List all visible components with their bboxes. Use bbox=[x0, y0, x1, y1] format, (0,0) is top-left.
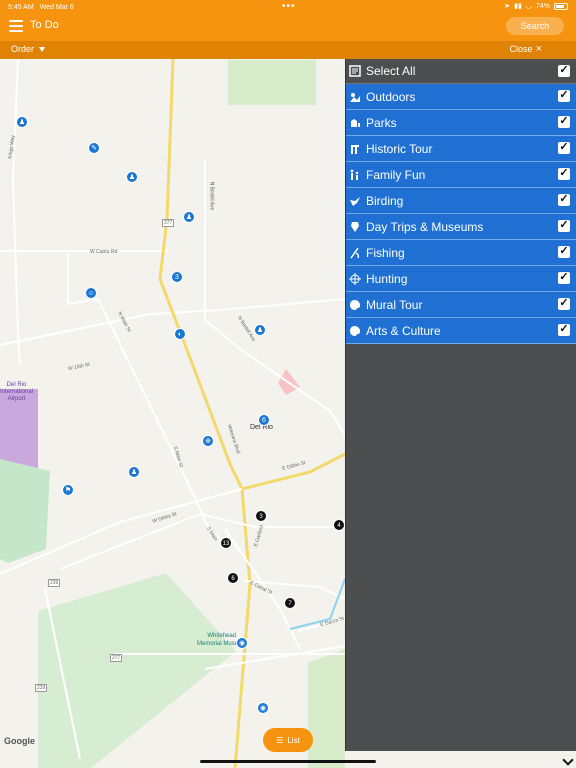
bird-icon bbox=[349, 195, 361, 207]
select-all-label: Select All bbox=[366, 64, 416, 78]
status-date: Wed Mar 6 bbox=[39, 3, 74, 11]
category-label: Day Trips & Museums bbox=[366, 219, 484, 234]
target-icon bbox=[349, 272, 361, 285]
museum-pin[interactable]: ◉ bbox=[236, 637, 248, 649]
highway-239-lower: 239 bbox=[35, 684, 48, 692]
fishing-icon bbox=[349, 247, 361, 259]
numbered-marker[interactable]: 4 bbox=[333, 519, 345, 531]
birding-checkbox[interactable]: ✓ bbox=[558, 194, 570, 206]
poi-marker[interactable]: 3 bbox=[171, 271, 183, 283]
category-row-fishing[interactable]: Fishing ✓ bbox=[345, 240, 576, 266]
category-row-outdoors[interactable]: Outdoors ✓ bbox=[345, 84, 576, 110]
category-row-mural-tour[interactable]: Mural Tour ✓ bbox=[345, 292, 576, 318]
museum-icon bbox=[349, 221, 361, 233]
category-label: Historic Tour bbox=[366, 141, 433, 156]
numbered-marker[interactable]: 3 bbox=[255, 510, 267, 522]
arts-icon bbox=[349, 325, 361, 337]
family-icon bbox=[349, 169, 361, 181]
close-panel-button[interactable]: Close × bbox=[509, 43, 542, 55]
hunting-checkbox[interactable]: ✓ bbox=[558, 272, 570, 284]
category-filter-panel: Select All ✓ Outdoors ✓ Parks ✓ Historic… bbox=[345, 59, 576, 751]
museum-pin[interactable]: ◉ bbox=[257, 702, 269, 714]
battery-percent: 74% bbox=[535, 2, 550, 10]
select-all-row[interactable]: Select All ✓ bbox=[345, 59, 576, 84]
arts-culture-checkbox[interactable]: ✓ bbox=[558, 324, 570, 336]
close-label: Close bbox=[509, 44, 533, 54]
parks-checkbox[interactable]: ✓ bbox=[558, 116, 570, 128]
list-label: List bbox=[287, 735, 300, 745]
category-row-parks[interactable]: Parks ✓ bbox=[345, 110, 576, 136]
category-row-arts-culture[interactable]: Arts & Culture ✓ bbox=[345, 318, 576, 344]
category-row-birding[interactable]: Birding ✓ bbox=[345, 188, 576, 214]
family-fun-checkbox[interactable]: ✓ bbox=[558, 168, 570, 180]
family-fun-pin[interactable]: ♟ bbox=[128, 466, 140, 478]
category-row-hunting[interactable]: Hunting ✓ bbox=[345, 266, 576, 292]
select-all-checkbox[interactable]: ✓ bbox=[558, 65, 570, 77]
category-label: Family Fun bbox=[366, 167, 426, 182]
wifi-icon: ◡ bbox=[525, 3, 532, 10]
search-button[interactable]: Search bbox=[506, 17, 564, 35]
category-label: Mural Tour bbox=[366, 297, 423, 312]
birding-pin[interactable]: ◐ bbox=[174, 328, 186, 340]
mural-pin[interactable]: ☺ bbox=[85, 287, 97, 299]
family-fun-pin[interactable]: ♟ bbox=[126, 171, 138, 183]
category-label: Parks bbox=[366, 115, 397, 130]
airport-label: Del Rio International Airport bbox=[0, 382, 34, 402]
numbered-marker[interactable]: 6 bbox=[227, 572, 239, 584]
multitask-dots[interactable]: ••• bbox=[282, 1, 296, 12]
category-label: Birding bbox=[366, 193, 404, 208]
park-icon bbox=[349, 117, 361, 129]
signal-icon: ▮▮ bbox=[514, 3, 522, 10]
category-label: Fishing bbox=[366, 245, 405, 260]
hunting-pin[interactable]: ⊕ bbox=[202, 435, 214, 447]
outdoors-checkbox[interactable]: ✓ bbox=[558, 90, 570, 102]
day-trips-museums-checkbox[interactable]: ✓ bbox=[558, 220, 570, 232]
list-icon: ☰ bbox=[276, 735, 284, 745]
road-label-n-bedell-ave-2: N Bedell Ave bbox=[208, 181, 215, 211]
category-label: Hunting bbox=[366, 271, 408, 286]
arts-pin[interactable]: ✎ bbox=[88, 142, 100, 154]
category-label: Outdoors bbox=[366, 89, 416, 104]
family-fun-pin[interactable]: ♟ bbox=[183, 211, 195, 223]
fishing-checkbox[interactable]: ✓ bbox=[558, 246, 570, 258]
highway-239-upper: 239 bbox=[48, 579, 61, 587]
family-fun-pin[interactable]: ♟ bbox=[254, 324, 266, 336]
highway-277: 277 bbox=[110, 654, 123, 662]
status-bar: 5:45 AM Wed Mar 6 ••• ➤ ▮▮ ◡ 74% bbox=[0, 0, 576, 14]
battery-icon bbox=[554, 2, 568, 10]
historic-icon bbox=[349, 143, 361, 155]
google-logo: Google bbox=[4, 736, 35, 746]
status-time: 5:45 AM bbox=[8, 3, 34, 11]
top-app-bar: To Do Search bbox=[0, 14, 576, 41]
menu-icon[interactable] bbox=[9, 20, 23, 32]
family-fun-pin[interactable]: ♟ bbox=[16, 116, 28, 128]
list-button[interactable]: ☰ List bbox=[263, 728, 313, 752]
fishing-pin[interactable]: ⚑ bbox=[62, 484, 74, 496]
page-title: To Do bbox=[30, 19, 59, 31]
panel-divider bbox=[345, 59, 346, 751]
road-label-w-cantu-rd: W Cantu Rd bbox=[90, 249, 118, 255]
category-row-historic-tour[interactable]: Historic Tour ✓ bbox=[345, 136, 576, 162]
chevron-down-icon bbox=[39, 46, 46, 52]
app-window: 5:45 AM Wed Mar 6 ••• ➤ ▮▮ ◡ 74% To Do S… bbox=[0, 0, 576, 768]
mural-tour-checkbox[interactable]: ✓ bbox=[558, 298, 570, 310]
location-icon: ➤ bbox=[504, 3, 511, 10]
numbered-marker[interactable]: 7 bbox=[284, 597, 296, 609]
category-row-family-fun[interactable]: Family Fun ✓ bbox=[345, 162, 576, 188]
highway-377: 377 bbox=[162, 219, 175, 227]
order-bar: Order Close × bbox=[0, 41, 576, 59]
order-dropdown[interactable]: Order bbox=[11, 44, 46, 54]
city-marker[interactable]: 6 bbox=[258, 414, 270, 426]
close-icon: × bbox=[535, 43, 542, 55]
home-indicator bbox=[200, 760, 376, 763]
numbered-marker[interactable]: 13 bbox=[220, 537, 232, 549]
palette-icon bbox=[349, 299, 361, 311]
order-label: Order bbox=[11, 44, 35, 54]
category-label: Arts & Culture bbox=[366, 323, 441, 338]
list-icon bbox=[349, 65, 361, 77]
historic-tour-checkbox[interactable]: ✓ bbox=[558, 142, 570, 154]
category-row-day-trips-museums[interactable]: Day Trips & Museums ✓ bbox=[345, 214, 576, 240]
outdoors-icon bbox=[349, 91, 361, 103]
status-right: ➤ ▮▮ ◡ 74% bbox=[504, 2, 568, 10]
